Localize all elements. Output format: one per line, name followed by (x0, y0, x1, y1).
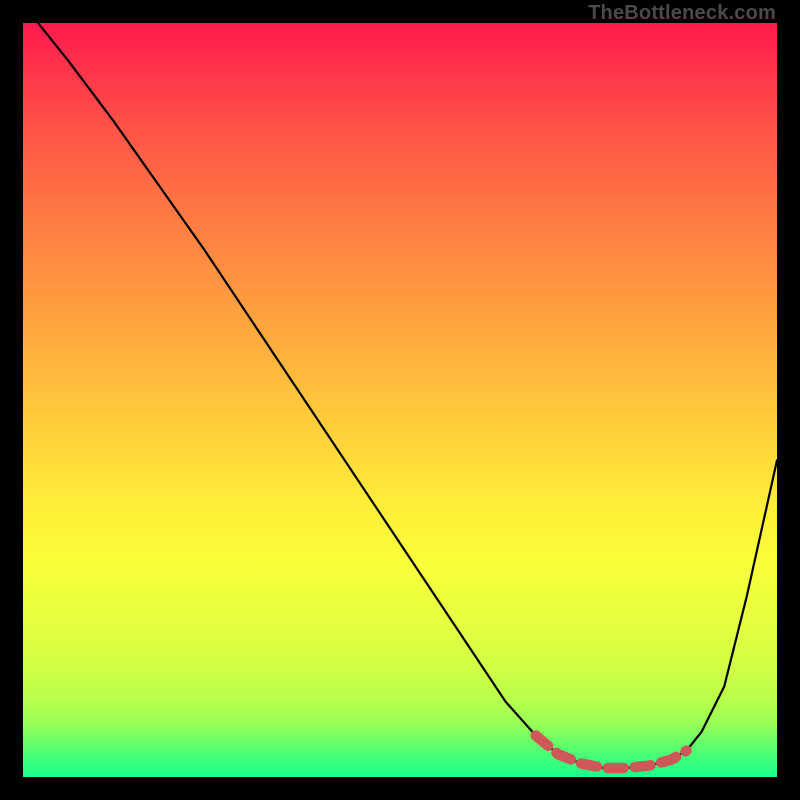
chart-frame: TheBottleneck.com (0, 0, 800, 800)
curve-layer (23, 23, 777, 777)
watermark-text: TheBottleneck.com (588, 2, 776, 25)
bottleneck-curve (38, 23, 777, 768)
highlight-segment (536, 736, 687, 768)
